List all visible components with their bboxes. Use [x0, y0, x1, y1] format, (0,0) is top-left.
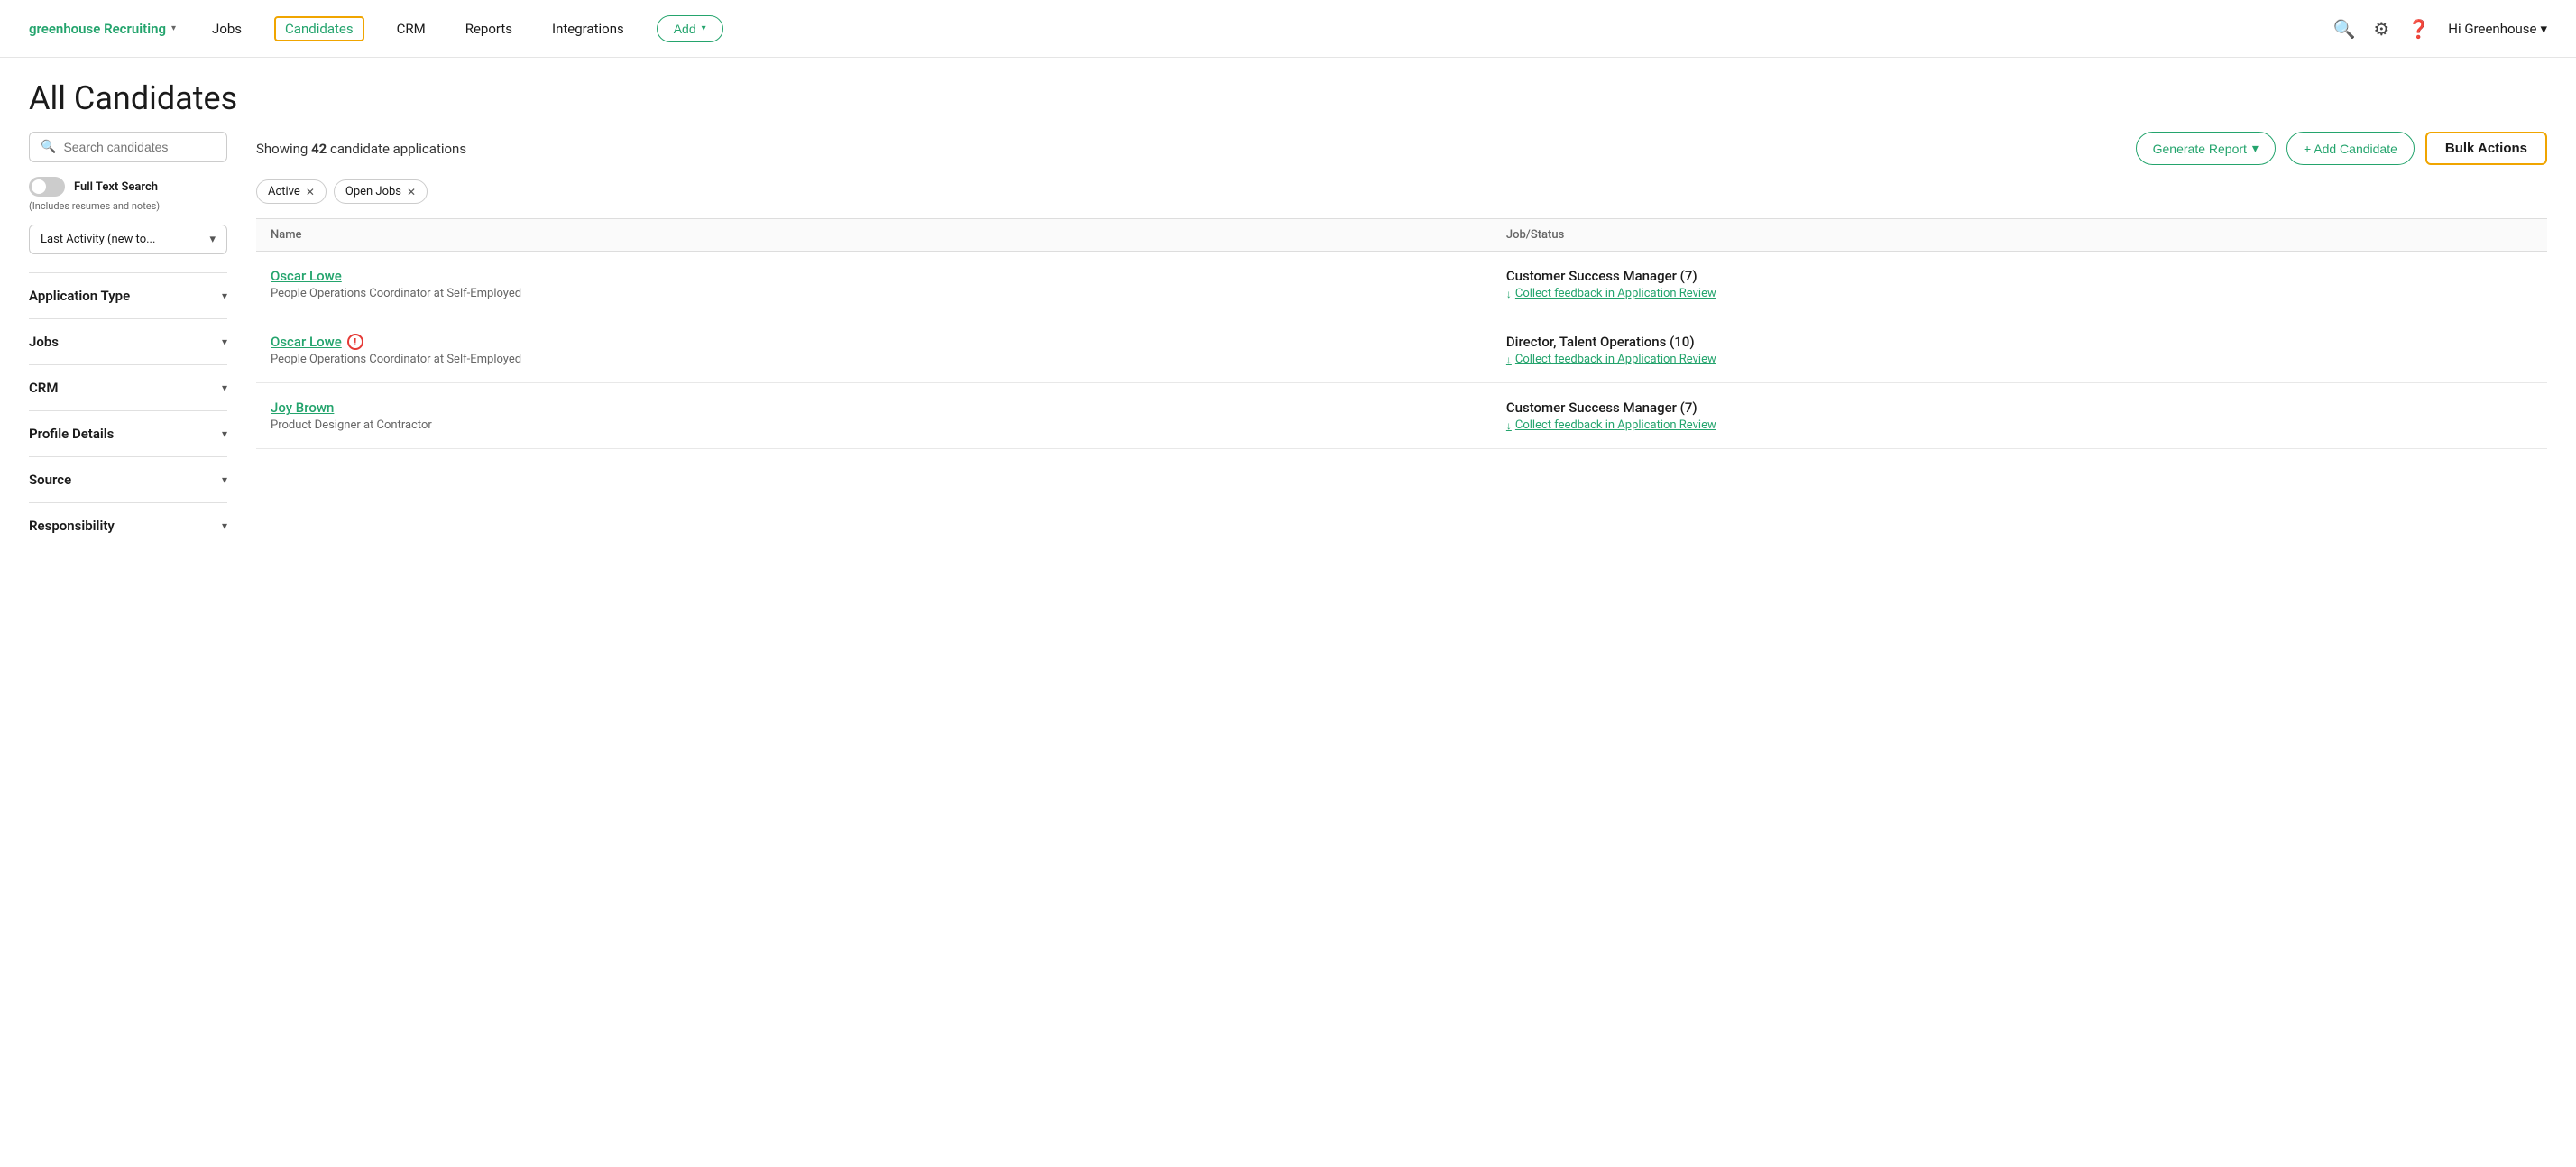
filter-chip-label: Open Jobs: [345, 185, 401, 198]
full-text-toggle[interactable]: [29, 177, 65, 197]
filter-chip-active[interactable]: Active ✕: [256, 179, 327, 204]
job-title: Customer Success Manager (7): [1506, 268, 2533, 284]
nav-links: Jobs Candidates CRM Reports Integrations…: [205, 15, 2332, 42]
add-chevron-icon: ▾: [702, 23, 706, 33]
candidates-table: Name Job/Status Oscar Lowe People Operat…: [256, 218, 2547, 449]
table-header: Name Job/Status: [256, 219, 2547, 252]
nav-right: 🔍 ⚙ ❓ Hi Greenhouse ▾: [2333, 18, 2547, 40]
toggle-label: Full Text Search: [74, 180, 158, 194]
remove-filter-icon[interactable]: ✕: [407, 186, 416, 198]
generate-report-chevron-icon: ▾: [2252, 141, 2259, 156]
filter-application-type[interactable]: Application Type ▾: [29, 272, 227, 318]
filter-chevron-icon: ▾: [222, 519, 227, 532]
active-filters: Active ✕ Open Jobs ✕: [256, 179, 2547, 204]
search-box[interactable]: 🔍: [29, 132, 227, 162]
search-icon[interactable]: 🔍: [2333, 18, 2356, 40]
filter-chevron-icon: ▾: [222, 289, 227, 302]
showing-count-text: Showing 42 candidate applications: [256, 141, 466, 157]
job-status-text: Collect feedback in Application Review: [1515, 418, 1716, 432]
warning-icon: !: [347, 334, 363, 350]
candidates-list: Oscar Lowe People Operations Coordinator…: [256, 252, 2547, 449]
filter-jobs[interactable]: Jobs ▾: [29, 318, 227, 364]
user-chevron-icon: ▾: [2540, 21, 2547, 37]
table-row: Oscar Lowe ! People Operations Coordinat…: [256, 317, 2547, 383]
nav-jobs[interactable]: Jobs: [205, 17, 249, 41]
sort-select[interactable]: Last Activity (new to... ▾: [29, 225, 227, 254]
toggle-knob: [32, 179, 46, 194]
status-arrow-icon: ↓: [1506, 419, 1512, 432]
filter-chip-open-jobs[interactable]: Open Jobs ✕: [334, 179, 428, 204]
job-title: Customer Success Manager (7): [1506, 400, 2533, 416]
filter-label: Application Type: [29, 288, 130, 304]
logo-chevron-icon: ▾: [171, 23, 176, 33]
main-top-bar: Showing 42 candidate applications Genera…: [256, 132, 2547, 165]
candidate-name[interactable]: Oscar Lowe: [271, 334, 342, 350]
logo-text: greenhouse Recruiting: [29, 21, 166, 37]
add-candidate-button[interactable]: + Add Candidate: [2286, 132, 2415, 165]
nav-reports[interactable]: Reports: [458, 17, 520, 41]
status-arrow-icon: ↓: [1506, 354, 1512, 366]
job-status-link[interactable]: ↓ Collect feedback in Application Review: [1506, 353, 2533, 366]
filter-chevron-icon: ▾: [222, 381, 227, 394]
add-button[interactable]: Add ▾: [657, 15, 723, 42]
candidate-name[interactable]: Joy Brown: [271, 400, 334, 416]
job-status-text: Collect feedback in Application Review: [1515, 353, 1716, 366]
nav-integrations[interactable]: Integrations: [545, 17, 631, 41]
table-row: Joy Brown Product Designer at Contractor…: [256, 383, 2547, 449]
table-row: Oscar Lowe People Operations Coordinator…: [256, 252, 2547, 317]
col-job-status: Job/Status: [1492, 219, 2547, 252]
page-header: All Candidates: [0, 58, 2576, 132]
nav-crm[interactable]: CRM: [390, 17, 433, 41]
bulk-actions-button[interactable]: Bulk Actions: [2425, 132, 2547, 165]
toggle-subtitle: (Includes resumes and notes): [29, 200, 227, 212]
filter-source[interactable]: Source ▾: [29, 456, 227, 502]
candidate-subtitle: Product Designer at Contractor: [271, 418, 1477, 432]
help-icon[interactable]: ❓: [2407, 18, 2430, 40]
job-title: Director, Talent Operations (10): [1506, 334, 2533, 350]
candidate-name[interactable]: Oscar Lowe: [271, 268, 342, 284]
showing-label: candidate applications: [330, 141, 466, 157]
main-content: Showing 42 candidate applications Genera…: [256, 132, 2547, 548]
filter-label: Jobs: [29, 334, 59, 350]
filter-label: Responsibility: [29, 518, 115, 534]
full-text-toggle-row: Full Text Search: [29, 177, 227, 197]
filter-chevron-icon: ▾: [222, 335, 227, 348]
filter-label: CRM: [29, 380, 58, 396]
filter-profile-details[interactable]: Profile Details ▾: [29, 410, 227, 456]
top-navigation: greenhouse Recruiting ▾ Jobs Candidates …: [0, 0, 2576, 58]
col-name: Name: [256, 219, 1492, 252]
main-actions: Generate Report ▾ + Add Candidate Bulk A…: [2136, 132, 2547, 165]
filter-responsibility[interactable]: Responsibility ▾: [29, 502, 227, 548]
filter-label: Source: [29, 472, 71, 488]
settings-icon[interactable]: ⚙: [2373, 18, 2389, 40]
filter-chevron-icon: ▾: [222, 473, 227, 486]
search-icon: 🔍: [41, 140, 56, 154]
candidate-subtitle: People Operations Coordinator at Self-Em…: [271, 287, 1477, 300]
page-body: 🔍 Full Text Search (Includes resumes and…: [0, 132, 2576, 577]
sidebar: 🔍 Full Text Search (Includes resumes and…: [29, 132, 227, 548]
job-status-link[interactable]: ↓ Collect feedback in Application Review: [1506, 287, 2533, 300]
search-input[interactable]: [63, 140, 216, 154]
generate-report-button[interactable]: Generate Report ▾: [2136, 132, 2276, 165]
job-status-link[interactable]: ↓ Collect feedback in Application Review: [1506, 418, 2533, 432]
filter-chip-label: Active: [268, 185, 300, 198]
status-arrow-icon: ↓: [1506, 288, 1512, 300]
page-title: All Candidates: [29, 79, 2547, 117]
job-status-text: Collect feedback in Application Review: [1515, 287, 1716, 300]
filter-crm[interactable]: CRM ▾: [29, 364, 227, 410]
user-menu[interactable]: Hi Greenhouse ▾: [2448, 21, 2547, 37]
remove-filter-icon[interactable]: ✕: [306, 186, 315, 198]
candidate-subtitle: People Operations Coordinator at Self-Em…: [271, 353, 1477, 366]
sort-label: Last Activity (new to...: [41, 233, 155, 246]
filter-chevron-icon: ▾: [222, 427, 227, 440]
filter-label: Profile Details: [29, 426, 114, 442]
sort-chevron-icon: ▾: [209, 233, 216, 246]
showing-count: 42: [311, 141, 327, 157]
nav-candidates[interactable]: Candidates: [274, 16, 364, 41]
logo[interactable]: greenhouse Recruiting ▾: [29, 21, 176, 37]
